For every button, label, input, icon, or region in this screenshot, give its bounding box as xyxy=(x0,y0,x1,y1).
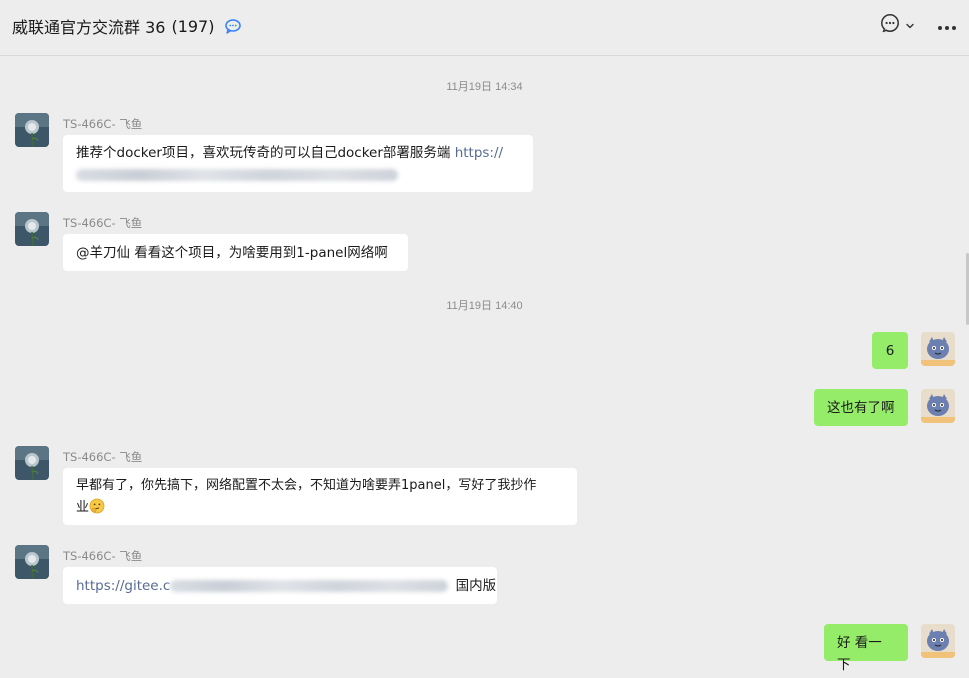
avatar[interactable] xyxy=(15,212,49,246)
message-text: 推荐个docker项目，喜欢玩传奇的可以自己docker部署服务端 xyxy=(76,145,455,161)
chat-title[interactable]: 威联通官方交流群 36 (197) xyxy=(12,14,242,38)
sender-name: TS-466C- 飞鱼 xyxy=(63,117,143,131)
timestamp: 11月19日 14:34 xyxy=(446,81,523,93)
my-avatar[interactable] xyxy=(921,624,955,658)
message-text: 国内版 xyxy=(455,578,497,594)
chat-header: 威联通官方交流群 36 (197) xyxy=(0,0,969,56)
group-name: 威联通官方交流群 36 xyxy=(12,18,166,37)
message-bubble[interactable]: 好 看一下 xyxy=(824,624,908,673)
message-bubble[interactable]: 早都有了，你先搞下，网络配置不太会，不知道为啥要弄1panel，写好了我抄作 业 xyxy=(63,468,577,525)
sender-name: TS-466C- 飞鱼 xyxy=(63,450,143,464)
comment-icon xyxy=(879,12,901,38)
message-text: @羊刀仙 看看这个项目，为啥要用到1-panel网络啊 xyxy=(76,245,388,261)
message-text-line: 早都有了，你先搞下，网络配置不太会，不知道为啥要弄1panel，写好了我抄作 xyxy=(76,478,537,493)
more-icon xyxy=(937,16,957,35)
message-bubble[interactable]: 这也有了啊 xyxy=(814,389,908,426)
message-bubble[interactable]: 6 xyxy=(872,332,908,369)
message-text: 这也有了啊 xyxy=(827,400,895,416)
message-bubble[interactable]: @羊刀仙 看看这个项目，为啥要用到1-panel网络啊 xyxy=(63,234,408,271)
more-button[interactable] xyxy=(937,14,957,36)
timestamp: 11月19日 14:40 xyxy=(446,300,523,312)
chevron-down-icon xyxy=(905,16,915,35)
my-avatar[interactable] xyxy=(921,389,955,423)
avatar[interactable] xyxy=(15,545,49,579)
blurred-link xyxy=(170,580,449,592)
message-link[interactable]: https:// xyxy=(455,145,503,161)
message-bubble[interactable]: https://gitee.c 国内版 xyxy=(63,567,497,604)
avatar[interactable] xyxy=(15,446,49,480)
chat-bubble-blue-icon[interactable] xyxy=(224,17,242,35)
sender-name: TS-466C- 飞鱼 xyxy=(63,549,143,563)
message-text: 6 xyxy=(885,343,895,359)
thinking-emoji-icon xyxy=(89,498,105,514)
message-text: 好 看一下 xyxy=(837,635,882,673)
message-text-line: 业 xyxy=(76,500,90,515)
sender-name: TS-466C- 飞鱼 xyxy=(63,216,143,230)
message-list[interactable]: 11月19日 14:34 TS-466C- 飞鱼 推荐个docker项目，喜欢玩… xyxy=(0,57,969,678)
blurred-link xyxy=(76,169,398,181)
header-actions xyxy=(879,14,957,36)
my-avatar[interactable] xyxy=(921,332,955,366)
member-count: (197) xyxy=(171,16,215,36)
message-link[interactable]: https://gitee.c xyxy=(76,578,170,594)
message-bubble[interactable]: 推荐个docker项目，喜欢玩传奇的可以自己docker部署服务端 https:… xyxy=(63,135,533,192)
comment-menu-button[interactable] xyxy=(879,14,915,36)
avatar[interactable] xyxy=(15,113,49,147)
